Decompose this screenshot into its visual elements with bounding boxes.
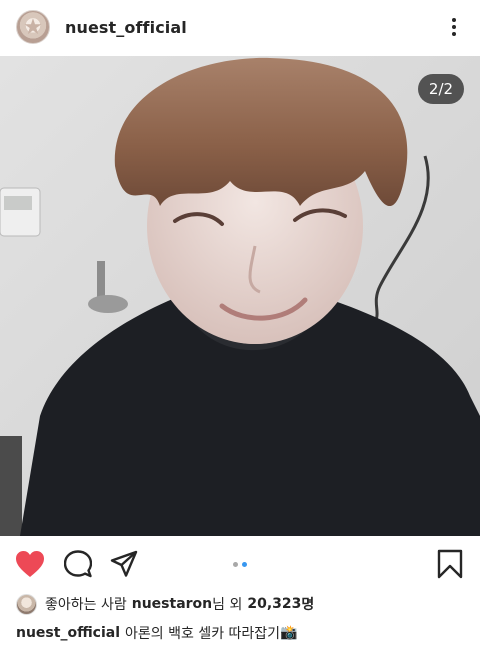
image-counter: 2/2	[418, 74, 464, 104]
direct-share-icon[interactable]	[108, 548, 140, 580]
liked-by-username[interactable]: nuestaron	[132, 596, 212, 612]
carousel-indicator	[233, 562, 247, 567]
bookmark-icon[interactable]	[434, 548, 466, 580]
caption-text: 아론의 백호 셀카 따라잡기	[125, 626, 281, 642]
profile-avatar[interactable]	[16, 10, 50, 44]
likes-summary[interactable]: 좋아하는 사람 nuestaron 님 외 20,323 명	[16, 593, 314, 615]
post-photo[interactable]: 2/2	[0, 56, 480, 536]
post-username[interactable]: nuest_official	[65, 18, 187, 37]
likes-suffix-1: 님 외	[212, 597, 243, 613]
post-header: nuest_official	[0, 0, 480, 54]
caption-author[interactable]: nuest_official	[16, 625, 120, 641]
heart-icon[interactable]	[14, 548, 46, 580]
likes-suffix-2: 명	[301, 597, 315, 613]
carousel-dot-2	[242, 562, 247, 567]
likes-prefix: 좋아하는 사람	[45, 597, 127, 613]
post-actions-bar	[0, 540, 480, 588]
selfie-photo	[0, 56, 480, 536]
likes-count[interactable]: 20,323	[247, 596, 301, 612]
more-options-icon[interactable]	[442, 12, 466, 42]
post-caption: nuest_official 아론의 백호 셀카 따라잡기 📸	[16, 622, 298, 644]
camera-emoji: 📸	[280, 625, 298, 641]
liker-avatar	[16, 593, 37, 615]
comment-icon[interactable]	[62, 548, 94, 580]
carousel-dot-1	[233, 562, 238, 567]
